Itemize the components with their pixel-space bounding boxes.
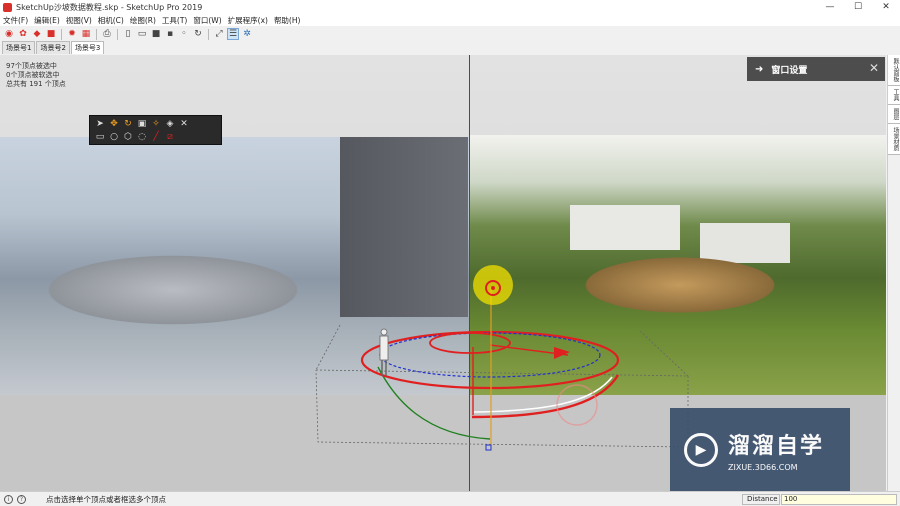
watermark-title: 溜溜自学 [728,434,825,459]
figure-head [380,328,388,336]
panel-close-icon[interactable]: ✕ [869,61,879,75]
soft-selected-vertices-text: 0个顶点被软选中 [6,71,60,79]
selected-vertex-dot [491,286,495,290]
polygon-select-icon[interactable]: ⬡ [122,131,134,143]
style-builder-icon[interactable]: ■ [45,28,57,40]
soft-select-glow [473,265,513,305]
menu-extensions[interactable]: 扩展程序(x) [225,15,271,26]
window-title: SketchUp沙坡数据教程.skp - SketchUp Pro 2019 [16,2,203,12]
magic-wand-icon[interactable]: ✧ [150,118,162,130]
sketchup-app-icon [3,2,12,12]
close-window-button[interactable]: ✕ [872,0,900,14]
spiral-ring-outer [360,330,620,390]
toolbar-divider [117,28,118,40]
maximize-button[interactable]: ☐ [844,0,872,14]
scene-tab-1[interactable]: 场景号1 [2,41,36,54]
spacer-icon [192,118,204,130]
info-icon[interactable]: i [4,494,13,504]
toolbar-divider [96,28,97,40]
vertex-tools-palette: ➤ ✥ ↻ ▣ ✧ ◈ ✕ ▭ ○ ⬡ ◌ ╱ ⧄ [89,115,222,145]
scene-tab-3[interactable]: 场景号3 [70,41,105,54]
measurements-input[interactable]: 100 [781,494,897,505]
page-icon[interactable]: ▯ [122,28,134,40]
warehouse-icon[interactable]: ◉ [3,28,15,40]
spacer-icon [206,118,218,130]
title-bar: SketchUp沙坡数据教程.skp - SketchUp Pro 2019 —… [0,0,900,14]
menu-draw[interactable]: 绘图(R) [127,15,159,26]
human-figure [379,328,389,376]
measurements-label: Distance [742,494,780,505]
play-icon: ▶ [684,433,718,467]
menu-window[interactable]: 窗口(W) [190,15,224,26]
spiral-tail-white [473,376,613,413]
window-settings-panel[interactable]: ➜ 窗口设置 ✕ [747,57,885,81]
erase-select-icon[interactable]: ⧄ [164,131,176,143]
menu-file[interactable]: 文件(F) [0,15,31,26]
menu-help[interactable]: 帮助(H) [271,15,304,26]
scale-icon[interactable]: ▣ [136,118,148,130]
vertex-tools-icon[interactable]: ☰ [227,28,239,40]
selection-info: 97个顶点被选中 0个顶点被软选中 总共有 191 个顶点 [6,62,66,89]
print-icon[interactable]: ⎙ [101,28,113,40]
right-tray: 默认面板 工具 图层 场景材质 [887,55,900,491]
shape-icon[interactable]: ▪ [164,28,176,40]
panel-arrow-icon: ➜ [755,63,764,75]
figure-body [379,335,389,361]
layout-icon[interactable]: ◆ [31,28,43,40]
menu-bar: 文件(F) 编辑(E) 视图(V) 相机(C) 绘图(R) 工具(T) 窗口(W… [0,14,900,26]
scene-tab-2[interactable]: 场景号2 [36,41,70,54]
tray-tab-materials[interactable]: 场景材质 [888,124,900,155]
redo-icon[interactable]: ↻ [192,28,204,40]
tray-tab-default[interactable]: 默认面板 [888,55,900,86]
menu-edit[interactable]: 编辑(E) [31,15,63,26]
pen-select-icon[interactable]: ╱ [150,131,162,143]
selected-vertices-text: 97个顶点被选中 [6,62,57,70]
watermark-logo: ▶ 溜溜自学 ZIXUE.3D66.COM [670,408,850,492]
watermark-text: 溜溜自学 ZIXUE.3D66.COM [728,428,824,472]
menu-view[interactable]: 视图(V) [63,15,95,26]
window-controls: — ☐ ✕ [816,0,900,14]
panel-title: 窗口设置 [771,65,808,76]
bounding-box-edge [315,324,341,371]
axis-origin-box [485,444,492,451]
settings-gear-icon[interactable]: ✹ [66,28,78,40]
menu-camera[interactable]: 相机(C) [95,15,127,26]
soft-select-icon[interactable]: ✲ [241,28,253,40]
menu-tools[interactable]: 工具(T) [159,15,190,26]
circle-select-icon[interactable]: ○ [108,131,120,143]
red-axis-arrow [554,347,570,359]
rotate-icon[interactable]: ↻ [122,118,134,130]
bounding-box-edge [639,330,689,377]
extension-warehouse-icon[interactable]: ✿ [17,28,29,40]
tray-tab-tools[interactable]: 工具 [888,86,900,105]
stop-icon[interactable]: ■ [150,28,162,40]
toolbar-divider [208,28,209,40]
move-icon[interactable]: ✥ [108,118,120,130]
scene-tabs: 场景号1 场景号2 场景号3 [0,41,900,54]
toolbar-divider [61,28,62,40]
help-icon[interactable]: ? [17,494,26,504]
ground-bounding-box [315,369,689,448]
grid-icon[interactable]: ▦ [80,28,92,40]
rectangle-select-icon[interactable]: ▭ [94,131,106,143]
soft-selection-icon[interactable]: ◈ [164,118,176,130]
collapse-icon[interactable]: ✕ [178,118,190,130]
lasso-icon[interactable]: ◌ [136,131,148,143]
select-arrow-icon[interactable]: ➤ [94,118,106,130]
minimize-button[interactable]: — [816,0,844,14]
spiral-ring-core [429,332,511,354]
total-vertices-text: 总共有 191 个顶点 [6,80,66,88]
status-bar: i ? 点击选择单个顶点或者框选多个顶点 Distance 100 [0,491,900,506]
open-folder-icon[interactable]: ▭ [136,28,148,40]
expand-icon[interactable]: ⤢ [213,28,225,40]
tray-tab-layers[interactable]: 图层 [888,105,900,124]
status-hint: 点击选择单个顶点或者框选多个顶点 [46,494,166,504]
watermark-subtitle: ZIXUE.3D66.COM [728,463,798,472]
bucket-icon[interactable]: ◦ [178,28,190,40]
main-toolbar: ◉ ✿ ◆ ■ ✹ ▦ ⎙ ▯ ▭ ■ ▪ ◦ ↻ ⤢ ☰ ✲ [0,26,900,42]
